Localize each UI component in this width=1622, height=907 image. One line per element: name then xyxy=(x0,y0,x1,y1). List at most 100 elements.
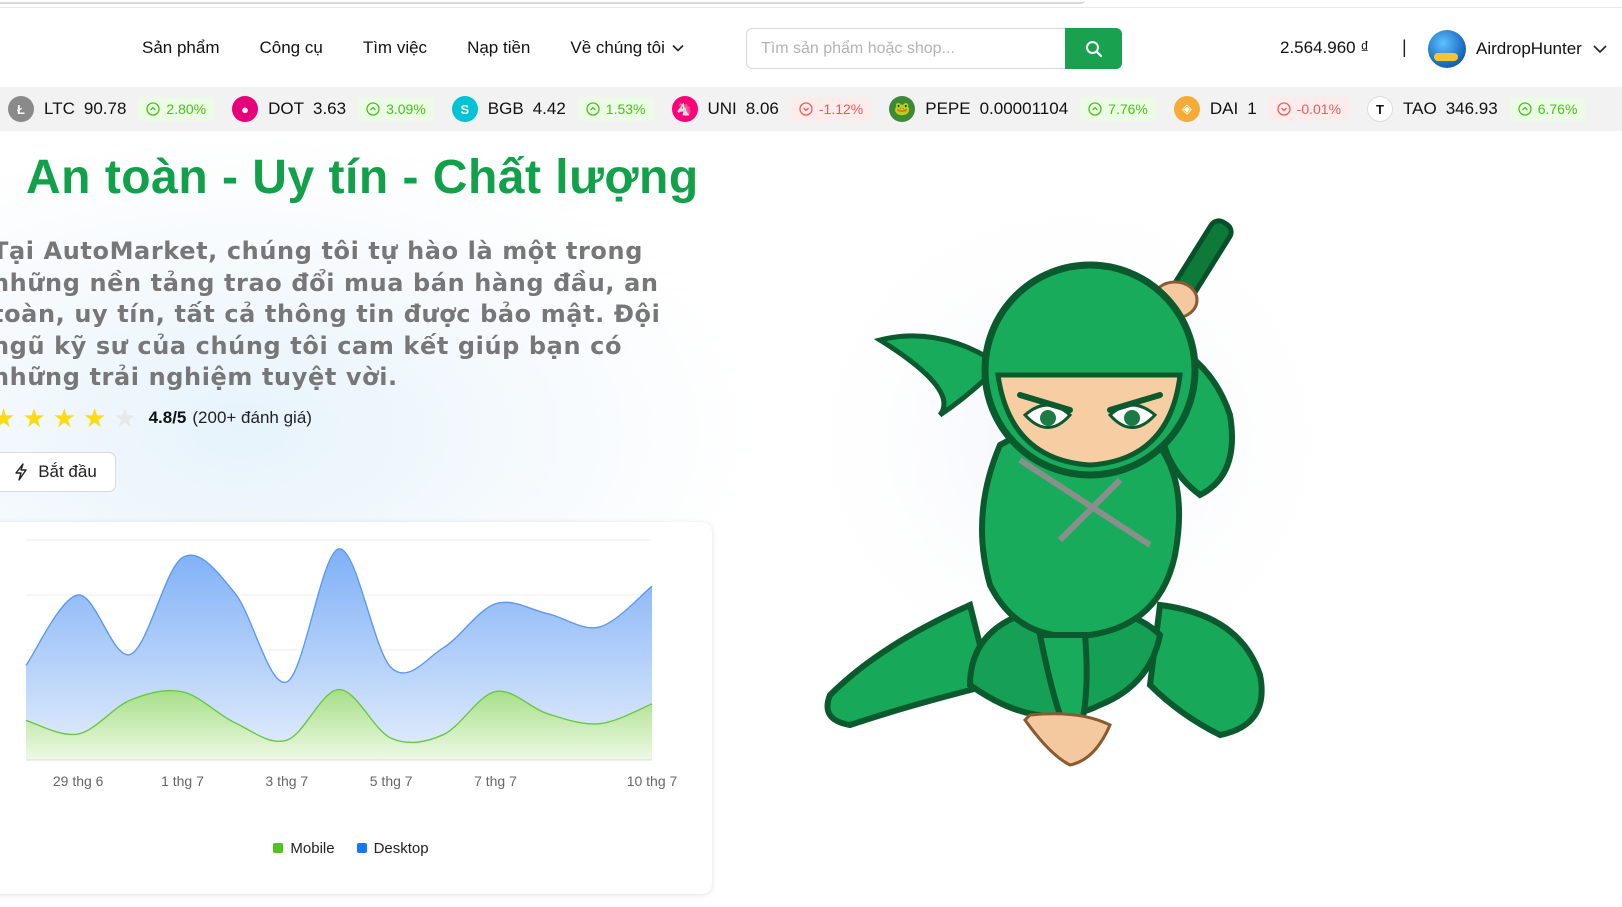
ticker-change-value: 3.09% xyxy=(386,101,426,117)
legend-item-desktop[interactable]: Desktop xyxy=(356,840,429,857)
ticker-change: 7.76% xyxy=(1080,97,1156,121)
bittensor-icon: T xyxy=(1367,96,1394,122)
x-tick-label: 5 thg 7 xyxy=(370,773,413,789)
star-icon: ★ xyxy=(22,403,46,433)
search-button[interactable] xyxy=(1065,28,1122,69)
nav-item-tools[interactable]: Công cụ xyxy=(260,38,323,58)
search-bar xyxy=(746,28,1122,69)
ticker-change-value: 6.76% xyxy=(1537,101,1578,117)
account-balance[interactable]: 2.564.960 ₫ xyxy=(1280,38,1369,58)
rating-score: 4.8/5 xyxy=(148,408,187,427)
ticker-symbol: UNI xyxy=(707,99,737,118)
nav-item-label: Công cụ xyxy=(259,38,323,57)
ticker-price: 8.06 xyxy=(745,99,779,118)
star-icon: ★ xyxy=(113,403,137,433)
ticker-change: 3.09% xyxy=(358,97,434,121)
arrow-down-circle-icon xyxy=(1277,102,1291,116)
ticker-item-tao[interactable]: T TAO 346.93 6.76% xyxy=(1367,96,1586,122)
ticker-change: 1.53% xyxy=(577,97,654,121)
site-header: Sản phẩm Công cụ Tìm việc Nạp tiền Về ch… xyxy=(0,9,1622,87)
ticker-change-value: 7.76% xyxy=(1108,101,1148,117)
polkadot-icon: ● xyxy=(232,96,259,122)
page: Sản phẩm Công cụ Tìm việc Nạp tiền Về ch… xyxy=(0,0,1622,907)
nav-item-jobs[interactable]: Tìm việc xyxy=(363,38,427,58)
username: AirdropHunter xyxy=(1476,39,1582,58)
x-tick-label: 1 thg 7 xyxy=(161,773,204,789)
legend-item-mobile[interactable]: Mobile xyxy=(273,840,335,857)
ticker-change: -1.12% xyxy=(790,97,872,121)
avatar xyxy=(1428,30,1466,68)
ticker-item-uni[interactable]: 🦄 UNI 8.06 -1.12% xyxy=(671,96,872,122)
nav-item-label: Nạp tiền xyxy=(467,38,531,57)
ticker-price: 1 xyxy=(1247,99,1257,118)
ticker-symbol: LTC xyxy=(44,99,75,118)
hero-description: Tại AutoMarket, chúng tôi tự hào là một … xyxy=(0,237,661,391)
ticker-change: 2.80% xyxy=(138,97,215,121)
nav-item-products[interactable]: Sản phẩm xyxy=(142,38,220,58)
top-scroll-indicator xyxy=(0,0,1085,4)
uniswap-icon: 🦄 xyxy=(671,96,698,122)
ticker-item-dai[interactable]: ◈ DAI 1 -0.01% xyxy=(1173,96,1350,122)
ticker-item-dot[interactable]: ● DOT 3.63 3.09% xyxy=(232,96,434,122)
ticker-item-bgb[interactable]: S BGB 4.42 1.53% xyxy=(451,96,654,122)
ticker-price: 90.78 xyxy=(83,99,127,118)
rating-count: (200+ đánh giá) xyxy=(192,408,312,427)
search-input[interactable] xyxy=(746,28,1065,69)
nav-item-deposit[interactable]: Nạp tiền xyxy=(467,38,530,58)
ticker-change-value: -0.01% xyxy=(1296,101,1342,117)
chart-legend: Mobile Desktop xyxy=(0,840,712,857)
start-button[interactable]: Bắt đầu xyxy=(0,452,116,492)
arrow-up-circle-icon xyxy=(586,102,600,116)
hero-title: An toàn - Uy tín - Chất lượng xyxy=(26,151,699,204)
chart-canvas: 29 thg 6 1 thg 7 3 thg 7 5 thg 7 7 thg 7 10 t… xyxy=(25,539,678,789)
browser-top-edge xyxy=(0,0,1622,8)
ticker-symbol: DAI xyxy=(1209,99,1239,118)
x-tick-label: 3 thg 7 xyxy=(265,773,308,789)
ticker-change: 6.76% xyxy=(1509,97,1586,121)
bitget-icon: S xyxy=(451,96,478,122)
user-menu[interactable]: AirdropHunter xyxy=(1428,30,1608,68)
legend-swatch xyxy=(273,843,284,854)
ticker-change: -0.01% xyxy=(1268,97,1350,121)
ticker-price: 0.00001104 xyxy=(979,99,1069,118)
x-tick-label: 29 thg 6 xyxy=(53,773,104,789)
main-nav: Sản phẩm Công cụ Tìm việc Nạp tiền Về ch… xyxy=(142,38,725,58)
star-icon: ★ xyxy=(82,403,107,433)
ticker-symbol: PEPE xyxy=(925,99,971,118)
chevron-down-icon xyxy=(1593,45,1607,54)
legend-label: Desktop xyxy=(373,840,429,857)
ticker-change-value: 1.53% xyxy=(605,101,646,117)
ticker-symbol: DOT xyxy=(268,99,304,118)
ticker-price: 346.93 xyxy=(1445,99,1498,118)
legend-label: Mobile xyxy=(290,840,335,857)
arrow-up-circle-icon xyxy=(366,102,380,116)
lightning-icon xyxy=(15,463,27,481)
pepe-icon: 🐸 xyxy=(889,96,916,122)
traffic-chart: 29 thg 6 1 thg 7 3 thg 7 5 thg 7 7 thg 7 10 t… xyxy=(0,522,712,894)
crypto-ticker: Ł LTC 90.78 2.80% ● DOT 3.63 3.09% S BGB 4.42 1.53%… xyxy=(0,87,1622,131)
ticker-symbol: TAO xyxy=(1403,99,1437,118)
nav-item-label: Về chúng tôi xyxy=(570,38,665,57)
x-tick-label: 10 thg 7 xyxy=(627,773,678,789)
star-icon: ★ xyxy=(0,403,16,433)
header-separator: | xyxy=(1402,37,1407,57)
ticker-symbol: BGB xyxy=(487,99,524,118)
x-tick-label: 7 thg 7 xyxy=(474,773,517,789)
dai-icon: ◈ xyxy=(1173,96,1200,122)
arrow-up-circle-icon xyxy=(1088,102,1102,116)
ticker-price: 3.63 xyxy=(313,99,347,118)
chevron-down-icon xyxy=(672,44,684,52)
ticker-change-value: -1.12% xyxy=(818,101,864,117)
rating: ★ ★ ★ ★ ★ 4.8/5 (200+ đánh giá) xyxy=(0,405,312,431)
arrow-up-circle-icon xyxy=(146,102,161,116)
arrow-up-circle-icon xyxy=(1518,102,1532,116)
search-icon xyxy=(1085,40,1102,57)
ninja-mascot-image xyxy=(820,215,1340,767)
start-button-label: Bắt đầu xyxy=(38,462,97,481)
ticker-item-ltc[interactable]: Ł LTC 90.78 2.80% xyxy=(8,96,215,122)
nav-item-label: Sản phẩm xyxy=(142,38,220,57)
nav-item-label: Tìm việc xyxy=(362,38,428,57)
ticker-price: 4.42 xyxy=(532,99,566,118)
nav-item-about[interactable]: Về chúng tôi xyxy=(570,38,685,58)
ticker-item-pepe[interactable]: 🐸 PEPE 0.00001104 7.76% xyxy=(889,96,1156,122)
